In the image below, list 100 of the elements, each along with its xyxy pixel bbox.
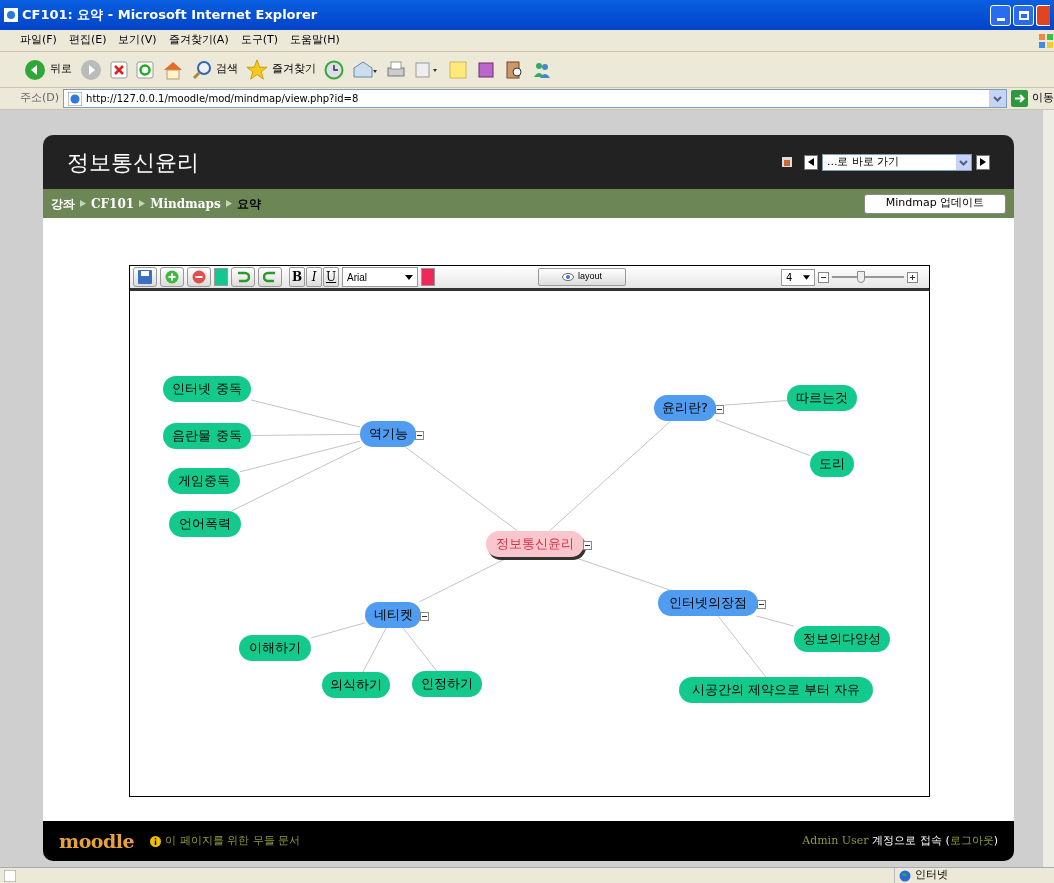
- format-button[interactable]: U: [323, 267, 339, 287]
- print-icon[interactable]: [386, 59, 406, 80]
- collapse-toggle-icon[interactable]: [415, 431, 424, 440]
- connector-line: [402, 627, 438, 672]
- mindmap-node[interactable]: 윤리란?: [654, 395, 716, 421]
- address-label: 주소(D): [20, 90, 60, 107]
- collapse-toggle-icon[interactable]: [715, 405, 724, 414]
- undo-button[interactable]: [231, 267, 255, 287]
- mindmap-node[interactable]: 인터넷의장점: [658, 590, 758, 616]
- closing-parenthesis: ): [993, 832, 998, 849]
- mindmap-node[interactable]: 인정하기: [412, 671, 482, 697]
- go-button[interactable]: 이동: [1011, 90, 1054, 107]
- format-button[interactable]: B: [289, 267, 305, 287]
- star-icon: [246, 58, 268, 81]
- windows-logo-icon: [1038, 32, 1054, 49]
- mindmap-node[interactable]: 이해하기: [239, 635, 311, 661]
- dropdown-icon: [956, 154, 971, 170]
- moodle-logo: moodle: [59, 828, 135, 854]
- mindmap-node[interactable]: 게임중독: [168, 468, 240, 494]
- update-button[interactable]: Mindmap 업데이트: [864, 193, 1006, 214]
- url-text: http://127.0.0.1/moodle/mod/mindmap/view.php?id=8: [86, 92, 359, 106]
- menu-item[interactable]: 보기(V): [118, 32, 157, 49]
- menu-item[interactable]: 즐겨찾기(A): [168, 32, 229, 49]
- jump-select[interactable]: ...로 바로 가기: [822, 153, 972, 171]
- zoom-out-icon[interactable]: [818, 271, 829, 283]
- docs-link[interactable]: 이 페이지를 위한 무들 문서: [165, 832, 301, 850]
- info-icon: [150, 835, 162, 847]
- next-button[interactable]: [976, 154, 990, 170]
- dropdown-icon[interactable]: [989, 90, 1006, 107]
- user-link[interactable]: Admin User: [802, 832, 869, 850]
- node-color-button[interactable]: [214, 268, 228, 286]
- add-node-button[interactable]: [160, 267, 184, 287]
- caret-icon: [405, 274, 413, 280]
- address-field[interactable]: http://127.0.0.1/moodle/mod/mindmap/view.php?id=8: [63, 89, 1007, 108]
- window-title: CF101: 요약 - Microsoft Internet Explorer: [22, 6, 318, 25]
- format-button[interactable]: I: [306, 267, 322, 287]
- collapse-toggle-icon[interactable]: [583, 541, 592, 550]
- breadcrumb-link[interactable]: Mindmaps: [150, 194, 221, 213]
- save-button[interactable]: [133, 267, 157, 287]
- menu-item[interactable]: 도구(T): [240, 32, 278, 49]
- mindmap-node[interactable]: 인터넷 중독: [163, 376, 251, 402]
- breadcrumb-link[interactable]: 강좌: [51, 194, 75, 213]
- left-triangle-icon: [808, 158, 814, 166]
- mindmap-node[interactable]: 정보의다양성: [794, 626, 890, 652]
- menu-item[interactable]: 도움말(H): [290, 32, 340, 49]
- globe-icon: [899, 869, 911, 882]
- logout-link[interactable]: 로그아웃: [949, 832, 994, 850]
- remove-node-button[interactable]: [187, 267, 211, 287]
- mindmap-node[interactable]: 언어폭력: [169, 511, 241, 537]
- menu-item[interactable]: 파일(F): [20, 32, 57, 49]
- eye-icon: [562, 273, 574, 281]
- home-icon[interactable]: [162, 59, 184, 80]
- menu-item[interactable]: 편집(E): [68, 32, 107, 49]
- mindmap-node[interactable]: 의식하기: [322, 672, 390, 698]
- undo-icon: [236, 271, 250, 283]
- previous-button[interactable]: [804, 154, 818, 170]
- favorites-button[interactable]: 즐겨찾기: [246, 58, 316, 81]
- mindmap-node[interactable]: 역기능: [360, 421, 416, 447]
- breadcrumb-link[interactable]: CF101: [91, 194, 135, 213]
- page-icon: [68, 91, 83, 106]
- search-icon: [192, 59, 212, 80]
- login-text: 계정으로 접속 (: [872, 832, 950, 849]
- separator-icon: [80, 200, 86, 207]
- mindmap-node[interactable]: 시공간의 제약으로 부터 자유: [679, 677, 873, 703]
- mindmap-node[interactable]: 음란물 중독: [163, 423, 251, 449]
- zone-text: 인터넷: [915, 867, 948, 883]
- mindmap-node[interactable]: 따르는것: [787, 385, 857, 411]
- search-button[interactable]: 검색: [192, 59, 238, 80]
- zoom-in-icon[interactable]: [907, 271, 918, 283]
- maximize-button[interactable]: [1013, 4, 1034, 26]
- plus-circle-icon: [165, 270, 179, 284]
- back-button[interactable]: 뒤로: [24, 58, 72, 81]
- layout-button[interactable]: layout: [538, 268, 626, 286]
- history-icon[interactable]: [324, 59, 344, 80]
- mindmap-node[interactable]: 네티켓: [365, 602, 421, 628]
- collapse-toggle-icon[interactable]: [420, 612, 429, 621]
- separator-icon: [225, 200, 232, 207]
- minimize-button[interactable]: [990, 4, 1011, 26]
- stop-icon[interactable]: [110, 60, 128, 79]
- mindmap-node[interactable]: 도리: [810, 451, 854, 477]
- close-button[interactable]: [1036, 4, 1050, 26]
- refresh-icon[interactable]: [136, 60, 154, 79]
- right-triangle-icon: [980, 158, 986, 166]
- research-icon[interactable]: [504, 59, 524, 80]
- minus-circle-icon: [192, 270, 206, 284]
- text-color-button[interactable]: [421, 268, 435, 286]
- slider-thumb[interactable]: [856, 271, 865, 283]
- save-icon: [138, 270, 152, 284]
- separator-icon: [139, 200, 146, 207]
- zoom-select[interactable]: 4: [781, 268, 815, 286]
- browser-icon: [4, 8, 18, 22]
- font-select[interactable]: Arial: [342, 267, 418, 287]
- redo-icon: [263, 271, 277, 283]
- redo-button[interactable]: [258, 267, 282, 287]
- caret-icon: [803, 274, 810, 280]
- zoom-slider[interactable]: [832, 271, 904, 283]
- collapse-toggle-icon[interactable]: [757, 600, 766, 609]
- course-title: 정보통신윤리: [67, 148, 199, 177]
- page-status-icon: [4, 869, 16, 882]
- bookmark-icon: [782, 157, 792, 167]
